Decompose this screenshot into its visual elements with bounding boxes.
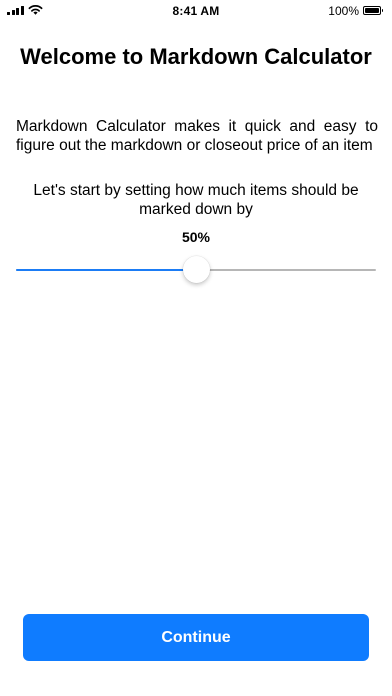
slider-thumb[interactable] [182,256,210,283]
slider-track-fill [16,268,196,271]
page-title: Welcome to Markdown Calculator [20,44,372,69]
markdown-slider[interactable] [16,256,376,284]
continue-button[interactable]: Continue [23,614,369,661]
battery-percentage: 100% [328,4,359,18]
markdown-prompt: Let's start by setting how much items sh… [33,182,359,218]
status-bar: 8:41 AM 100% [0,0,392,22]
intro-text: Markdown Calculator makes it quick and e… [16,118,378,154]
markdown-percent-value: 50% [181,229,211,245]
battery-icon [363,6,383,15]
